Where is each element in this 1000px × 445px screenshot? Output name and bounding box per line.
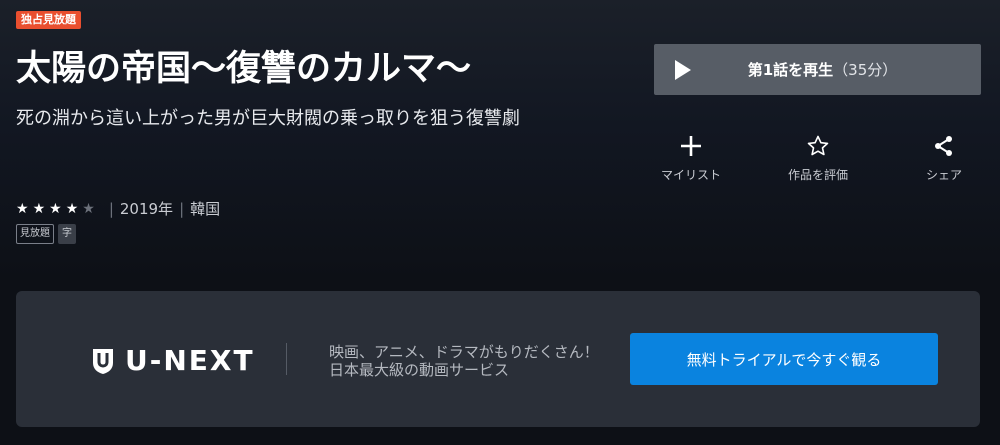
free-trial-button[interactable]: 無料トライアルで今すぐ観る bbox=[630, 333, 938, 385]
mylist-button[interactable]: マイリスト bbox=[646, 132, 736, 183]
unext-logo: U-NEXT bbox=[91, 344, 255, 377]
share-label: シェア bbox=[925, 168, 962, 182]
play-label-text: 第1話を再生 bbox=[747, 61, 834, 79]
rate-button[interactable]: 作品を評価 bbox=[773, 132, 863, 183]
star-filled-icon: ★ bbox=[16, 200, 29, 217]
rating-stars: ★ ★ ★ ★ ★ bbox=[16, 201, 95, 217]
page-title: 太陽の帝国～復讐のカルマ～ bbox=[16, 49, 472, 89]
mylist-label: マイリスト bbox=[660, 168, 721, 182]
country: 韓国 bbox=[190, 200, 221, 218]
shield-logo-icon bbox=[93, 348, 113, 374]
exclusive-badge: 独占見放題 bbox=[16, 11, 81, 29]
share-button[interactable]: シェア bbox=[899, 132, 989, 183]
promo-line-1: 映画、アニメ、ドラマがもりだくさん！ bbox=[329, 343, 599, 361]
play-icon bbox=[675, 60, 691, 80]
tag-list: 見放題 字 bbox=[16, 224, 76, 244]
tag-subtitle: 字 bbox=[58, 224, 76, 244]
plus-icon bbox=[646, 132, 736, 160]
tag-unlimited: 見放題 bbox=[16, 224, 54, 244]
release-year: 2019年 bbox=[119, 200, 174, 218]
synopsis-text: 死の淵から這い上がった男が巨大財閥の乗っ取りを狙う復讐劇 bbox=[16, 108, 520, 129]
promo-line-2: 日本最大級の動画サービス bbox=[329, 361, 510, 379]
star-empty-icon: ★ bbox=[82, 200, 95, 217]
star-filled-icon: ★ bbox=[32, 200, 46, 217]
share-icon bbox=[899, 132, 989, 160]
meta-row: ★ ★ ★ ★ ★ | 2019年 | 韓国 bbox=[16, 198, 220, 219]
meta-separator: | bbox=[108, 199, 114, 218]
star-outline-icon bbox=[773, 132, 863, 160]
signup-banner: U-NEXT 映画、アニメ、ドラマがもりだくさん！ 日本最大級の動画サービス 無… bbox=[16, 291, 980, 427]
play-duration: （35分） bbox=[833, 61, 898, 79]
logo-text: U-NEXT bbox=[125, 344, 255, 377]
banner-divider bbox=[286, 343, 287, 375]
star-filled-icon: ★ bbox=[65, 200, 79, 217]
star-filled-icon: ★ bbox=[49, 200, 62, 217]
meta-separator: | bbox=[179, 199, 185, 218]
promo-text: 映画、アニメ、ドラマがもりだくさん！ 日本最大級の動画サービス bbox=[329, 343, 599, 379]
play-label: 第1話を再生（35分） bbox=[654, 59, 981, 80]
play-episode-button[interactable]: 第1話を再生（35分） bbox=[654, 44, 981, 95]
rate-label: 作品を評価 bbox=[787, 168, 848, 182]
